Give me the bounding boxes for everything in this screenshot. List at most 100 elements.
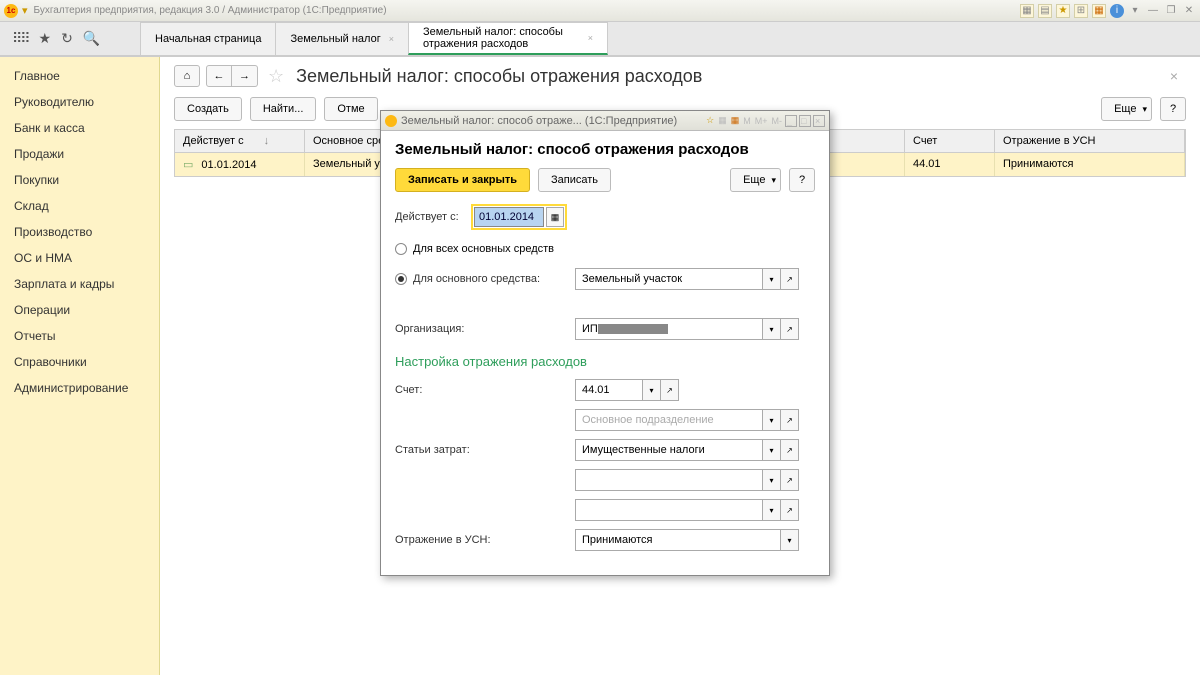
extra-input-2[interactable] bbox=[575, 499, 763, 521]
page-close-icon[interactable]: × bbox=[1162, 68, 1186, 84]
sidebar-item-operations[interactable]: Операции bbox=[0, 297, 159, 323]
radio-one-asset[interactable] bbox=[395, 273, 407, 285]
date-input[interactable] bbox=[474, 207, 544, 227]
sidebar-item-sales[interactable]: Продажи bbox=[0, 141, 159, 167]
open-icon[interactable]: ↗ bbox=[781, 499, 799, 521]
tab-start[interactable]: Начальная страница bbox=[140, 22, 276, 55]
apps-icon[interactable]: ⠿⠿ bbox=[12, 30, 29, 47]
dlg-cal-icon[interactable]: ▦ bbox=[730, 115, 741, 126]
save-button[interactable]: Записать bbox=[538, 168, 611, 192]
create-button[interactable]: Создать bbox=[174, 97, 242, 121]
minimize-icon[interactable]: — bbox=[1146, 4, 1160, 18]
tab-land-tax-methods[interactable]: Земельный налог: способы отражения расхо… bbox=[408, 22, 608, 55]
chevron-down-icon[interactable]: ▾ bbox=[763, 499, 781, 521]
more-button[interactable]: Еще bbox=[1101, 97, 1152, 121]
sidebar-item-assets[interactable]: ОС и НМА bbox=[0, 245, 159, 271]
col-usn[interactable]: Отражение в УСН bbox=[995, 130, 1185, 152]
open-icon[interactable]: ↗ bbox=[781, 409, 799, 431]
extra-input-1[interactable] bbox=[575, 469, 763, 491]
open-icon[interactable]: ↗ bbox=[781, 318, 799, 340]
close-icon[interactable]: ✕ bbox=[1182, 4, 1196, 18]
asset-combo[interactable]: ▾ ↗ bbox=[575, 268, 799, 290]
dlg-grid-icon[interactable]: ▦ bbox=[717, 115, 728, 126]
cost-item-input[interactable] bbox=[575, 439, 763, 461]
sidebar-item-warehouse[interactable]: Склад bbox=[0, 193, 159, 219]
date-picker-icon[interactable]: ▦ bbox=[546, 207, 564, 227]
back-button[interactable]: ← bbox=[206, 65, 232, 87]
dialog-more-button[interactable]: Еще bbox=[730, 168, 781, 192]
sidebar-item-main[interactable]: Главное bbox=[0, 63, 159, 89]
usn-input[interactable] bbox=[575, 529, 781, 551]
star-icon[interactable]: ★ bbox=[39, 30, 52, 47]
open-icon[interactable]: ↗ bbox=[781, 469, 799, 491]
sidebar-item-purchases[interactable]: Покупки bbox=[0, 167, 159, 193]
save-close-button[interactable]: Записать и закрыть bbox=[395, 168, 530, 192]
sidebar-item-production[interactable]: Производство bbox=[0, 219, 159, 245]
dlg-close-icon[interactable]: × bbox=[813, 115, 825, 127]
dropdown-icon[interactable]: ▾ bbox=[22, 4, 28, 17]
toolbar-icon-3[interactable]: ★ bbox=[1056, 4, 1070, 18]
toolbar-icon-1[interactable]: ▦ bbox=[1020, 4, 1034, 18]
sidebar-item-bank[interactable]: Банк и касса bbox=[0, 115, 159, 141]
extra-combo-2[interactable]: ▾ ↗ bbox=[575, 499, 799, 521]
toolbar-icon-2[interactable]: ▤ bbox=[1038, 4, 1052, 18]
maximize-icon[interactable]: ❐ bbox=[1164, 4, 1178, 18]
forward-button[interactable]: → bbox=[232, 65, 258, 87]
subdiv-input[interactable] bbox=[575, 409, 763, 431]
asset-input[interactable] bbox=[575, 268, 763, 290]
sidebar-item-reports[interactable]: Отчеты bbox=[0, 323, 159, 349]
dlg-min-icon[interactable]: _ bbox=[785, 115, 797, 127]
chevron-down-icon[interactable]: ▾ bbox=[763, 318, 781, 340]
favorite-icon[interactable]: ☆ bbox=[268, 66, 284, 87]
chevron-down-icon[interactable]: ▾ bbox=[763, 409, 781, 431]
org-combo[interactable]: ИП ▾ ↗ bbox=[575, 318, 799, 340]
app-logo-icon: 1c bbox=[4, 4, 18, 18]
tab-close-icon[interactable]: × bbox=[389, 34, 394, 44]
dlg-max-icon[interactable]: □ bbox=[799, 115, 811, 127]
window-controls: ▦ ▤ ★ ⊞ ▦ i ▾ — ❐ ✕ bbox=[1020, 4, 1196, 18]
subdiv-combo[interactable]: ▾ ↗ bbox=[575, 409, 799, 431]
col-account[interactable]: Счет bbox=[905, 130, 995, 152]
sidebar-item-admin[interactable]: Администрирование bbox=[0, 375, 159, 401]
calendar-icon[interactable]: ▦ bbox=[1092, 4, 1106, 18]
tab-land-tax[interactable]: Земельный налог× bbox=[275, 22, 409, 55]
radio-all-assets[interactable] bbox=[395, 243, 407, 255]
cancel-button[interactable]: Отме bbox=[324, 97, 377, 121]
chevron-down-icon[interactable]: ▾ bbox=[763, 469, 781, 491]
tab-close-icon[interactable]: × bbox=[588, 33, 593, 43]
sidebar-item-salary[interactable]: Зарплата и кадры bbox=[0, 271, 159, 297]
dialog-title: Земельный налог: способ отражения расход… bbox=[395, 141, 815, 158]
section-header: Настройка отражения расходов bbox=[395, 354, 815, 369]
account-input[interactable] bbox=[575, 379, 643, 401]
history-icon[interactable]: ↻ bbox=[61, 30, 73, 47]
dlg-fav-icon[interactable]: ☆ bbox=[705, 115, 715, 126]
open-icon[interactable]: ↗ bbox=[781, 268, 799, 290]
chevron-down-icon[interactable]: ▾ bbox=[643, 379, 661, 401]
search-icon[interactable]: 🔍 bbox=[83, 30, 100, 47]
redacted-text bbox=[598, 324, 668, 334]
cost-item-combo[interactable]: ▾ ↗ bbox=[575, 439, 799, 461]
open-icon[interactable]: ↗ bbox=[781, 439, 799, 461]
chevron-down-icon[interactable]: ▾ bbox=[763, 439, 781, 461]
open-icon[interactable]: ↗ bbox=[661, 379, 679, 401]
info-icon[interactable]: i bbox=[1110, 4, 1124, 18]
col-valid-from[interactable]: Действует с↓ bbox=[175, 130, 305, 152]
dialog-help-button[interactable]: ? bbox=[789, 168, 815, 192]
label-org: Организация: bbox=[395, 323, 575, 335]
m-icon[interactable]: M bbox=[742, 116, 752, 126]
m-minus-icon[interactable]: M- bbox=[771, 116, 784, 126]
toolbar-icon-4[interactable]: ⊞ bbox=[1074, 4, 1088, 18]
m-plus-icon[interactable]: M+ bbox=[754, 116, 769, 126]
extra-combo-1[interactable]: ▾ ↗ bbox=[575, 469, 799, 491]
dropdown-icon-2[interactable]: ▾ bbox=[1128, 4, 1142, 18]
chevron-down-icon[interactable]: ▾ bbox=[763, 268, 781, 290]
sidebar-item-refs[interactable]: Справочники bbox=[0, 349, 159, 375]
help-button[interactable]: ? bbox=[1160, 97, 1186, 121]
account-combo[interactable]: ▾ ↗ bbox=[575, 379, 679, 401]
find-button[interactable]: Найти... bbox=[250, 97, 317, 121]
home-button[interactable]: ⌂ bbox=[174, 65, 200, 87]
chevron-down-icon[interactable]: ▾ bbox=[781, 529, 799, 551]
usn-combo[interactable]: ▾ bbox=[575, 529, 799, 551]
sidebar-item-manager[interactable]: Руководителю bbox=[0, 89, 159, 115]
dialog-body: Земельный налог: способ отражения расход… bbox=[381, 131, 829, 575]
